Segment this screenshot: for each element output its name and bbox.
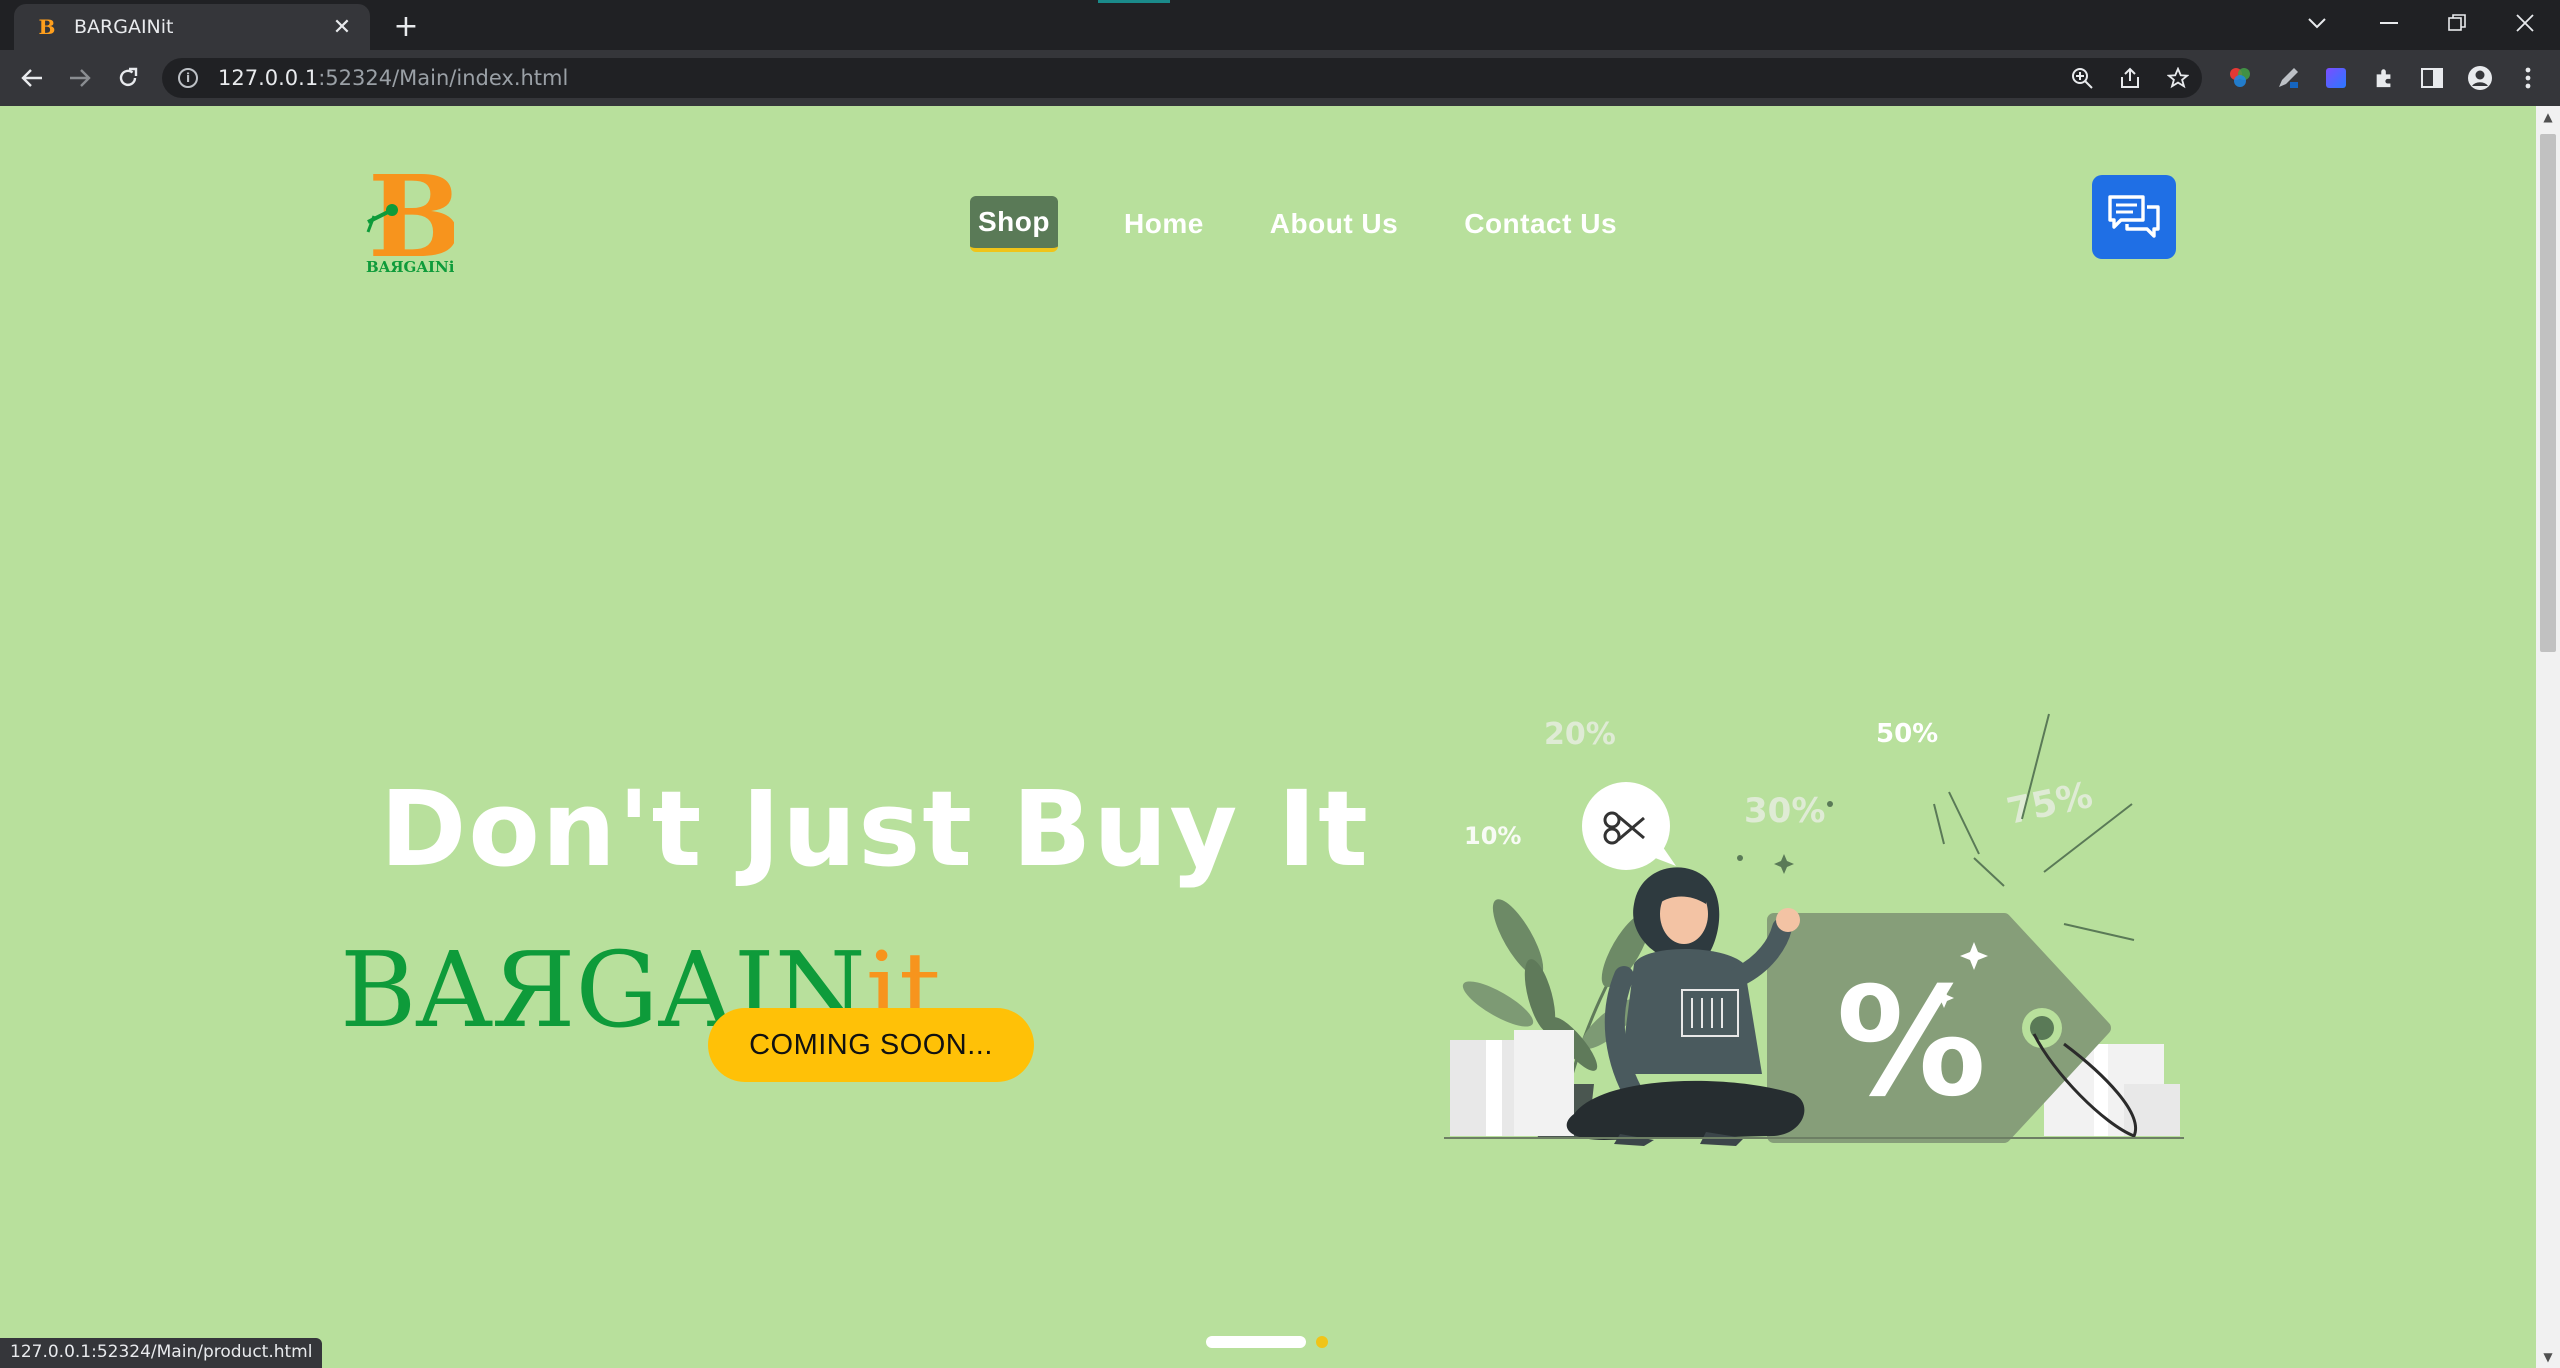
new-tab-icon[interactable]: +: [390, 9, 422, 44]
scroll-down-icon[interactable]: ▼: [2536, 1346, 2560, 1368]
hero-headline: Don't Just Buy It: [380, 768, 1370, 890]
tab-bar-accent: [1098, 0, 1170, 3]
hero-illustration: 10% 20% 30% 50% 75% %: [1444, 713, 2184, 1146]
discount-label-75: 75%: [2003, 775, 2096, 833]
tab-title: BARGAINit: [74, 16, 174, 38]
page-scrollbar[interactable]: ▲ ▼: [2536, 106, 2560, 1368]
share-icon[interactable]: [2110, 58, 2150, 98]
browser-toolbar: i 127.0.0.1:52324/Main/index.html: [0, 50, 2560, 106]
discount-label-10: 10%: [1464, 822, 1521, 850]
browser-tab-bar: B BARGAINit ✕ +: [0, 0, 2560, 50]
tab-close-icon[interactable]: ✕: [328, 13, 356, 41]
site-info-icon[interactable]: i: [178, 68, 198, 88]
site-logo[interactable]: B BAЯGAINit: [364, 152, 463, 283]
gradient-extension-icon[interactable]: [2322, 64, 2350, 92]
forward-icon[interactable]: [62, 60, 98, 96]
scroll-up-icon[interactable]: ▲: [2536, 106, 2560, 128]
close-window-icon[interactable]: [2498, 6, 2552, 40]
restore-icon[interactable]: [2430, 6, 2484, 40]
browser-menu-icon[interactable]: [2514, 64, 2542, 92]
pen-extension-icon[interactable]: [2274, 64, 2302, 92]
side-panel-icon[interactable]: [2418, 64, 2446, 92]
discount-label-20: 20%: [1544, 717, 1616, 752]
url-text: 127.0.0.1:52324/Main/index.html: [218, 66, 569, 90]
carousel-dot[interactable]: [1316, 1336, 1328, 1348]
browser-tab[interactable]: B BARGAINit ✕: [14, 4, 370, 50]
page-viewport: B BAЯGAINit Shop Home About Us Contact U…: [0, 106, 2536, 1368]
nav-contact-us[interactable]: Contact Us: [1464, 208, 1617, 240]
address-bar[interactable]: i 127.0.0.1:52324/Main/index.html: [162, 58, 2202, 98]
main-nav: Shop Home About Us Contact Us: [970, 196, 1683, 252]
discount-label-50: 50%: [1876, 719, 1938, 749]
bookmark-star-icon[interactable]: [2158, 58, 2198, 98]
reload-icon[interactable]: [110, 60, 146, 96]
tab-search-icon[interactable]: [2290, 6, 2344, 40]
coming-soon-button[interactable]: COMING SOON...: [708, 1008, 1034, 1082]
tab-favicon-icon: B: [38, 15, 56, 39]
zoom-icon[interactable]: [2062, 58, 2102, 98]
back-icon[interactable]: [14, 60, 50, 96]
discount-label-30: 30%: [1744, 791, 1825, 831]
svg-text:BAЯGAINit: BAЯGAINit: [366, 258, 454, 276]
nav-home[interactable]: Home: [1124, 208, 1204, 240]
profile-avatar-icon[interactable]: [2466, 64, 2494, 92]
carousel-indicators: [1206, 1336, 1328, 1348]
percent-symbol: %: [1836, 956, 1986, 1130]
extensions-puzzle-icon[interactable]: [2370, 64, 2398, 92]
nav-shop[interactable]: Shop: [970, 196, 1058, 252]
nav-about-us[interactable]: About Us: [1270, 208, 1398, 240]
scroll-thumb[interactable]: [2540, 134, 2556, 652]
chat-bubbles-icon: [2108, 195, 2160, 238]
carousel-dot-active[interactable]: [1206, 1336, 1306, 1348]
status-url-bar: 127.0.0.1:52324/Main/product.html: [0, 1338, 323, 1368]
chat-button[interactable]: [2092, 175, 2176, 259]
color-picker-extension-icon[interactable]: [2226, 64, 2254, 92]
minimize-icon[interactable]: [2362, 6, 2416, 40]
